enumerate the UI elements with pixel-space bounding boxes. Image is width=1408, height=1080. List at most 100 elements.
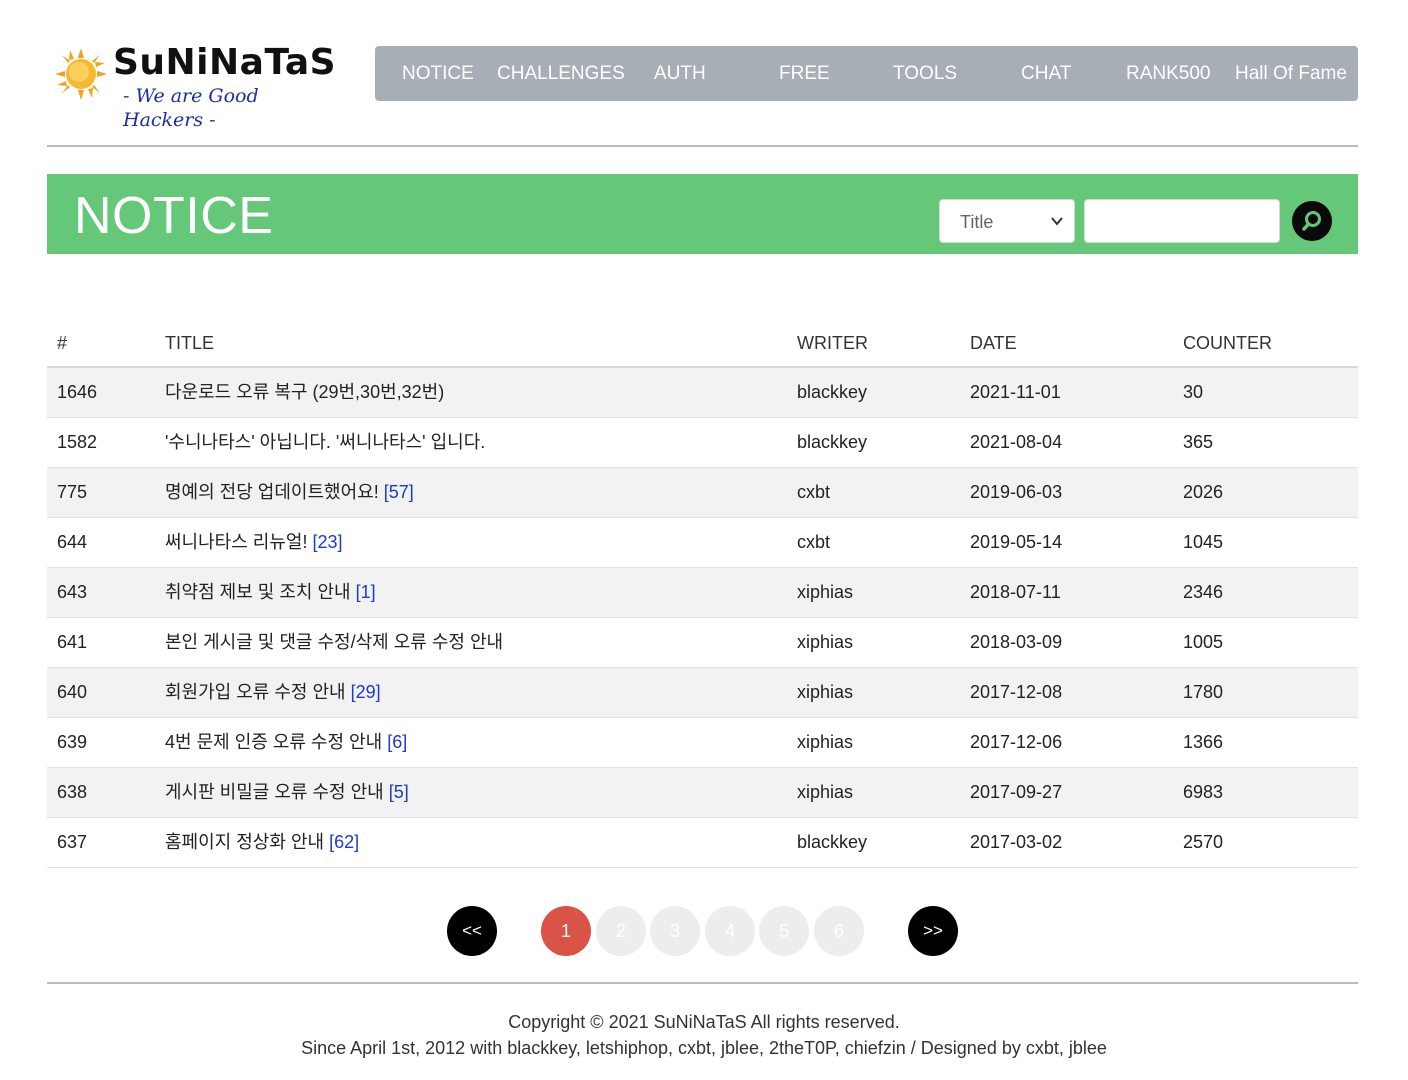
footer-credits: Since April 1st, 2012 with blackkey, let…	[301, 1038, 1107, 1058]
row-date: 2017-12-08	[970, 682, 1063, 702]
header-num: #	[57, 333, 68, 353]
row-num: 1646	[57, 382, 98, 402]
nav-item-notice[interactable]: NOTICE	[402, 46, 474, 101]
search-input[interactable]	[1084, 199, 1280, 243]
post-title-link[interactable]: 게시판 비밀글 오류 수정 안내	[165, 782, 384, 802]
header-writer: WRITER	[797, 333, 868, 353]
row-date: 2021-08-04	[970, 432, 1063, 452]
row-counter: 1366	[1183, 732, 1224, 752]
table-row: 1646 다운로드 오류 복구 (29번,30번,32번) blackkey 2…	[47, 368, 1358, 418]
table-row: 638 게시판 비밀글 오류 수정 안내 [5] xiphias 2017-09…	[47, 768, 1358, 818]
table-row: 639 4번 문제 인증 오류 수정 안내 [6] xiphias 2017-1…	[47, 718, 1358, 768]
row-title-cell: 게시판 비밀글 오류 수정 안내 [5]	[165, 768, 409, 816]
post-title-link[interactable]: 4번 문제 인증 오류 수정 안내	[165, 732, 382, 752]
row-title-cell: 4번 문제 인증 오류 수정 안내 [6]	[165, 718, 407, 766]
post-title-link[interactable]: 다운로드 오류 복구 (29번,30번,32번)	[165, 382, 444, 402]
site-logo[interactable]: SuNiNaTaS - We are Good Hackers -	[55, 40, 336, 131]
page-banner: NOTICE Title	[47, 174, 1358, 254]
search-icon	[1302, 211, 1321, 231]
row-date: 2018-03-09	[970, 632, 1063, 652]
footer-divider	[47, 982, 1358, 984]
row-counter: 365	[1183, 432, 1214, 452]
page-3-button[interactable]: 3	[650, 906, 700, 956]
comment-count: [29]	[350, 682, 381, 702]
nav-item-auth[interactable]: AUTH	[654, 46, 706, 101]
row-writer: xiphias	[797, 632, 854, 652]
page-4-button[interactable]: 4	[705, 906, 755, 956]
page-2-button[interactable]: 2	[596, 906, 646, 956]
post-title-link[interactable]: 본인 게시글 및 댓글 수정/삭제 오류 수정 안내	[165, 632, 503, 652]
table-row: 644 써니나타스 리뉴얼! [23] cxbt 2019-05-14 1045	[47, 518, 1358, 568]
row-date: 2019-06-03	[970, 482, 1063, 502]
nav-item-tools[interactable]: TOOLS	[893, 46, 957, 101]
header-divider	[47, 145, 1358, 147]
notice-table: # TITLE WRITER DATE COUNTER 1646 다운로드 오류…	[47, 319, 1358, 868]
post-title-link[interactable]: 홈페이지 정상화 안내	[165, 832, 324, 852]
nav-item-chat[interactable]: CHAT	[1021, 46, 1071, 101]
table-row: 775 명예의 전당 업데이트했어요! [57] cxbt 2019-06-03…	[47, 468, 1358, 518]
row-writer: xiphias	[797, 732, 854, 752]
row-num: 640	[57, 682, 88, 702]
search-button[interactable]	[1292, 201, 1332, 241]
row-writer: blackkey	[797, 832, 868, 852]
table-row: 641 본인 게시글 및 댓글 수정/삭제 오류 수정 안내 xiphias 2…	[47, 618, 1358, 668]
comment-count: [62]	[329, 832, 360, 852]
post-title-link[interactable]: 취약점 제보 및 조치 안내	[165, 582, 351, 602]
header-counter: COUNTER	[1183, 333, 1272, 353]
row-counter: 2346	[1183, 582, 1224, 602]
row-counter: 2026	[1183, 482, 1224, 502]
row-date: 2019-05-14	[970, 532, 1063, 552]
row-writer: cxbt	[797, 482, 831, 502]
comment-count: [23]	[312, 532, 343, 552]
row-title-cell: 본인 게시글 및 댓글 수정/삭제 오류 수정 안내	[165, 618, 503, 666]
next-page-button[interactable]: >>	[908, 906, 958, 956]
footer-copyright: Copyright © 2021 SuNiNaTaS All rights re…	[508, 1012, 900, 1032]
row-title-cell: 다운로드 오류 복구 (29번,30번,32번)	[165, 368, 444, 416]
post-title-link[interactable]: 회원가입 오류 수정 안내	[165, 682, 346, 702]
row-num: 643	[57, 582, 88, 602]
nav-item-rank500[interactable]: RANK500	[1126, 46, 1211, 101]
comment-count: [5]	[388, 782, 409, 802]
row-date: 2017-12-06	[970, 732, 1063, 752]
row-date: 2017-09-27	[970, 782, 1063, 802]
table-row: 643 취약점 제보 및 조치 안내 [1] xiphias 2018-07-1…	[47, 568, 1358, 618]
row-writer: blackkey	[797, 432, 868, 452]
main-nav: NOTICE CHALLENGES AUTH FREE TOOLS CHAT R…	[375, 46, 1358, 101]
prev-page-button[interactable]: <<	[447, 906, 497, 956]
table-header: # TITLE WRITER DATE COUNTER	[47, 319, 1358, 368]
comment-count: [1]	[355, 582, 376, 602]
post-title-link[interactable]: '수니나타스' 아닙니다. '써니나타스' 입니다.	[165, 432, 485, 452]
nav-item-free[interactable]: FREE	[779, 46, 830, 101]
row-title-cell: 명예의 전당 업데이트했어요! [57]	[165, 468, 414, 516]
header-title: TITLE	[165, 333, 215, 353]
post-title-link[interactable]: 써니나타스 리뉴얼!	[165, 532, 307, 552]
row-writer: xiphias	[797, 582, 854, 602]
row-num: 1582	[57, 432, 98, 452]
row-num: 639	[57, 732, 88, 752]
row-title-cell: 취약점 제보 및 조치 안내 [1]	[165, 568, 376, 616]
nav-item-challenges[interactable]: CHALLENGES	[497, 46, 625, 101]
row-num: 638	[57, 782, 88, 802]
row-title-cell: 홈페이지 정상화 안내 [62]	[165, 818, 359, 866]
brand-name: SuNiNaTaS	[113, 42, 337, 83]
search-field-select[interactable]: Title	[939, 199, 1075, 243]
page-6-button[interactable]: 6	[814, 906, 864, 956]
row-title-cell: 회원가입 오류 수정 안내 [29]	[165, 668, 381, 716]
chevron-down-icon	[1051, 217, 1063, 226]
row-writer: blackkey	[797, 382, 868, 402]
row-counter: 6983	[1183, 782, 1224, 802]
table-row: 640 회원가입 오류 수정 안내 [29] xiphias 2017-12-0…	[47, 668, 1358, 718]
page-1-button[interactable]: 1	[541, 906, 591, 956]
nav-item-hall-of-fame[interactable]: Hall Of Fame	[1235, 46, 1347, 101]
post-title-link[interactable]: 명예의 전당 업데이트했어요!	[165, 482, 379, 502]
row-counter: 1005	[1183, 632, 1224, 652]
brand-tagline: - We are Good Hackers -	[123, 85, 259, 131]
header-date: DATE	[970, 333, 1017, 353]
page-title: NOTICE	[74, 187, 274, 245]
page-5-button[interactable]: 5	[759, 906, 809, 956]
row-title-cell: 써니나타스 리뉴얼! [23]	[165, 518, 343, 566]
table-row: 637 홈페이지 정상화 안내 [62] blackkey 2017-03-02…	[47, 818, 1358, 868]
row-counter: 2570	[1183, 832, 1224, 852]
row-num: 641	[57, 632, 88, 652]
row-title-cell: '수니나타스' 아닙니다. '써니나타스' 입니다.	[165, 418, 485, 466]
